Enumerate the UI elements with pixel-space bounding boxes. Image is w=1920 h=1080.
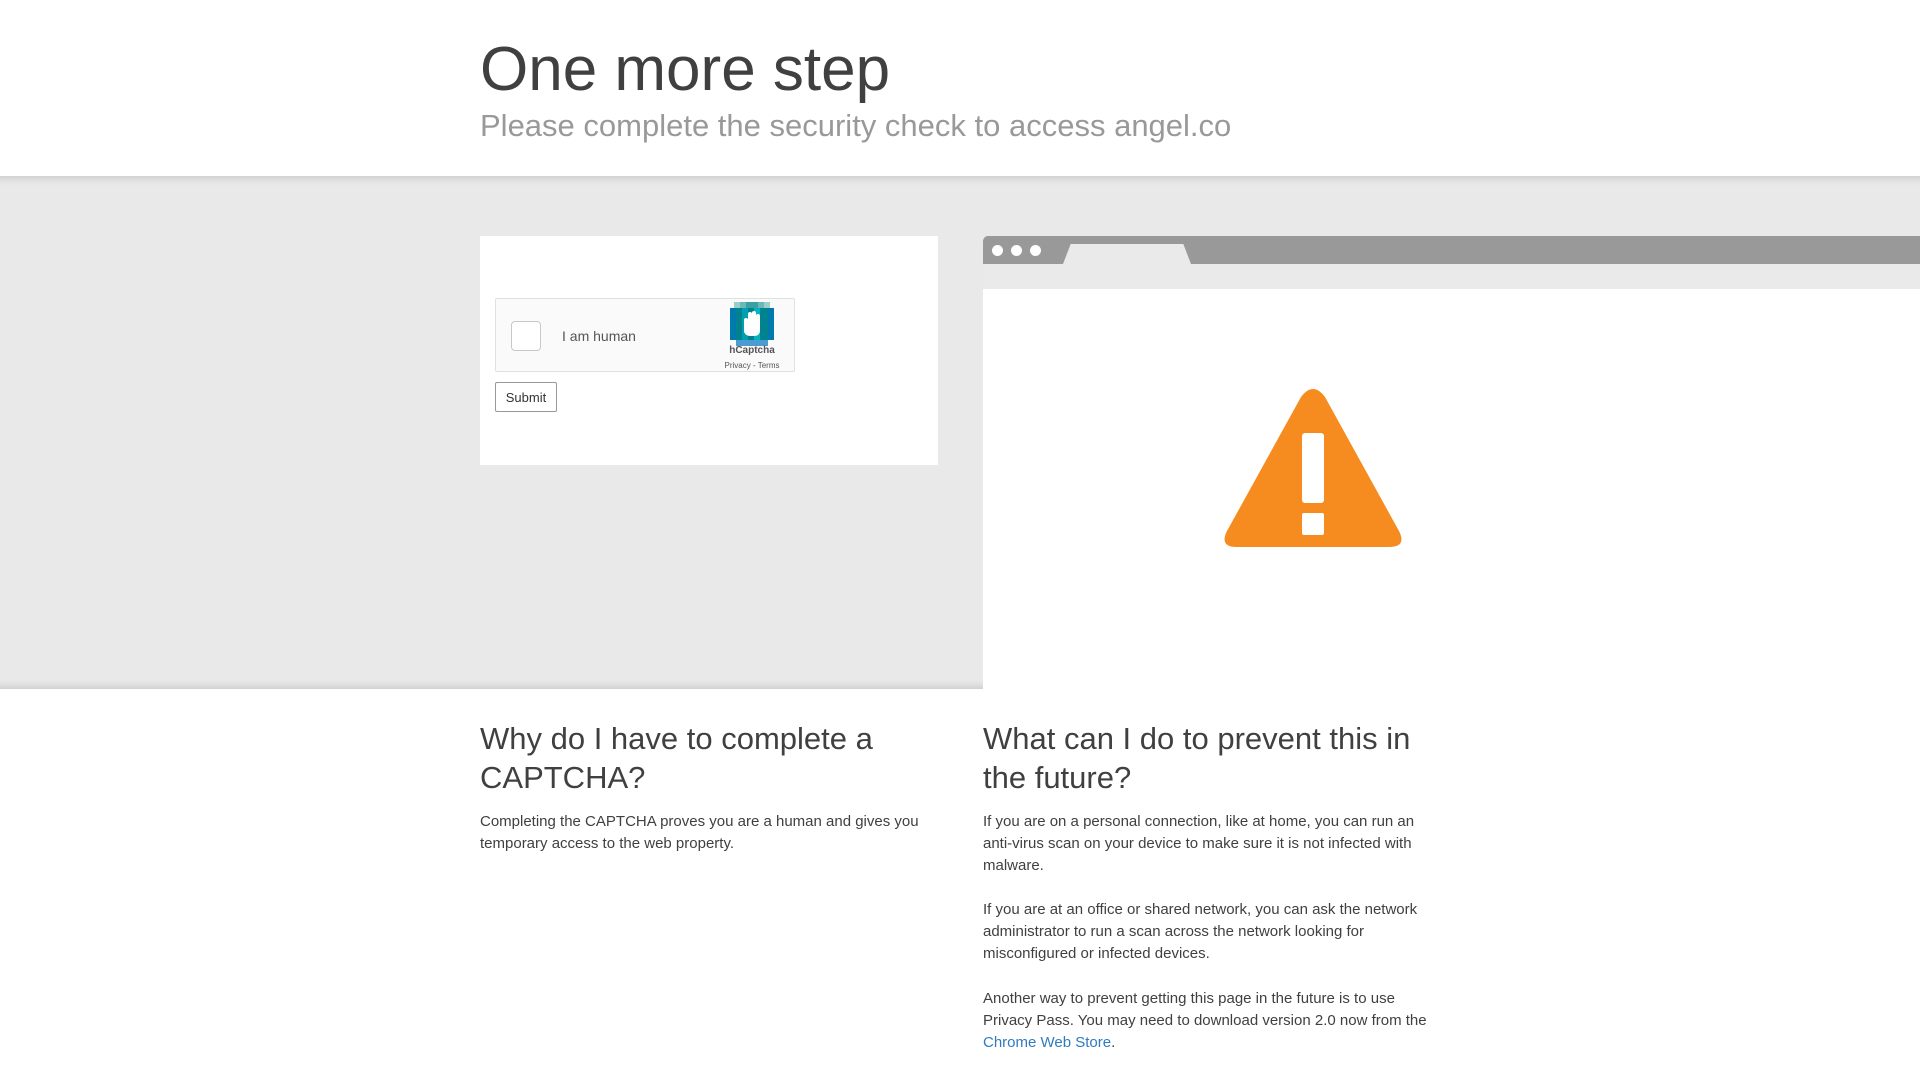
- prevent-paragraph-home: If you are on a personal connection, lik…: [983, 813, 1415, 874]
- hcaptcha-brand: hCaptcha: [729, 345, 775, 356]
- page-header: One more step Please complete the securi…: [0, 0, 1920, 176]
- link-separator: -: [750, 361, 758, 370]
- checkbox-label: I am human: [562, 328, 636, 344]
- prevent-heading: What can I do to prevent this in the fut…: [983, 721, 1411, 795]
- privacy-link[interactable]: Privacy: [725, 361, 751, 370]
- window-dot-icon: [1011, 245, 1022, 256]
- window-dot-icon: [1030, 245, 1041, 256]
- hcaptcha-widget: I am human hCaptcha Privacy - Terms: [495, 298, 795, 372]
- why-paragraph: Completing the CAPTCHA proves you are a …: [480, 813, 919, 852]
- page-title: One more step: [480, 35, 891, 104]
- browser-toolbar: [983, 264, 1920, 289]
- browser-titlebar: [983, 236, 1920, 264]
- browser-illustration: [983, 236, 1920, 689]
- why-heading: Why do I have to complete a CAPTCHA?: [480, 721, 873, 795]
- chrome-web-store-link[interactable]: Chrome Web Store: [983, 1034, 1111, 1051]
- browser-viewport: [983, 289, 1920, 689]
- warning-triangle-icon: [1224, 389, 1402, 547]
- page-subtitle: Please complete the security check to ac…: [480, 108, 1232, 143]
- hcaptcha-logo-icon: [730, 302, 774, 346]
- browser-tab: [1063, 244, 1191, 264]
- hcaptcha-links: Privacy - Terms: [702, 361, 802, 371]
- submit-button[interactable]: Submit: [495, 382, 557, 412]
- prevent-paragraph-privacy-pass: Another way to prevent getting this page…: [983, 988, 1443, 1054]
- prevent-paragraph-office: If you are at an office or shared networ…: [983, 901, 1418, 962]
- challenge-form: I am human hCaptcha Privacy - Terms Subm…: [480, 236, 938, 465]
- terms-link[interactable]: Terms: [758, 361, 780, 370]
- window-dot-icon: [992, 245, 1003, 256]
- privacy-pass-suffix: .: [1111, 1034, 1116, 1051]
- human-checkbox[interactable]: [511, 321, 541, 351]
- privacy-pass-text: Another way to prevent getting this page…: [983, 990, 1427, 1029]
